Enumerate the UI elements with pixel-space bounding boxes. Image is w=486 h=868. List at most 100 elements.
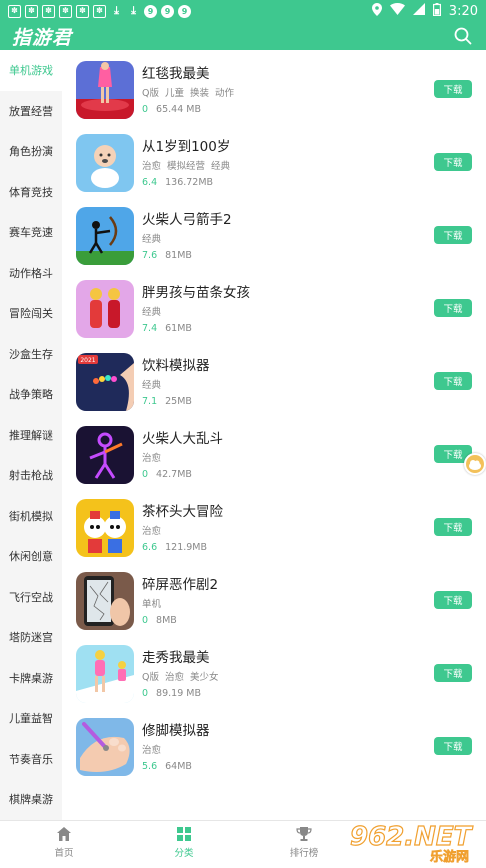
trophy-icon bbox=[296, 827, 312, 841]
sidebar-item-arcade-sim[interactable]: 街机模拟 bbox=[0, 496, 62, 537]
game-size: 89.19 MB bbox=[156, 688, 201, 699]
notification-icons: ✽ ✽ ✽ ✽ ✽ ✽ ⤓ ⤓ 9 9 9 bbox=[8, 4, 191, 18]
game-meta: 0 42.7MB bbox=[142, 469, 192, 480]
sidebar-item-action-fighting[interactable]: 动作格斗 bbox=[0, 253, 62, 294]
sidebar-item-war-strategy[interactable]: 战争策略 bbox=[0, 374, 62, 415]
sidebar-item-casual[interactable]: 休闲创意 bbox=[0, 536, 62, 577]
paw-notification-icon: ✽ bbox=[59, 4, 72, 18]
game-icon bbox=[76, 280, 134, 338]
watermark-brand: 962.NET bbox=[350, 822, 474, 852]
game-title: 从1岁到100岁 bbox=[142, 139, 231, 155]
game-meta: 6.6 121.9MB bbox=[142, 542, 207, 553]
list-item[interactable]: 从1岁到100岁 治愈 模拟经营 经典 6.4 136.72MB 下载 bbox=[62, 123, 486, 196]
game-tags: Q版 治愈 美少女 bbox=[142, 672, 219, 683]
sidebar-item-kids[interactable]: 儿童益智 bbox=[0, 698, 62, 739]
sidebar-item-rhythm-music[interactable]: 节奏音乐 bbox=[0, 739, 62, 780]
sidebar-item-shooting[interactable]: 射击枪战 bbox=[0, 455, 62, 496]
wifi-icon bbox=[389, 3, 405, 19]
list-item[interactable]: 修脚模拟器 治愈 5.6 64MB 下载 bbox=[62, 707, 486, 780]
list-item[interactable]: 火柴人大乱斗 治愈 0 42.7MB 下载 bbox=[62, 415, 486, 488]
download-button[interactable]: 下载 bbox=[434, 299, 472, 317]
app-title: 指游君 bbox=[12, 26, 73, 49]
game-tags: 经典 bbox=[142, 380, 162, 391]
list-item[interactable]: 红毯我最美 Q版 儿童 换装 动作 0 65.44 MB 下载 bbox=[62, 50, 486, 123]
game-score: 6.4 bbox=[142, 177, 158, 188]
game-score: 0 bbox=[142, 104, 149, 115]
game-icon bbox=[76, 61, 134, 119]
list-item[interactable]: 走秀我最美 Q版 治愈 美少女 0 89.19 MB 下载 bbox=[62, 634, 486, 707]
game-icon bbox=[76, 645, 134, 703]
location-icon bbox=[371, 2, 382, 20]
home-icon bbox=[57, 827, 71, 841]
sidebar-item-adventure[interactable]: 冒险闯关 bbox=[0, 293, 62, 334]
list-item[interactable]: 2021 饮料模拟器 经典 7.1 25MB 下载 bbox=[62, 342, 486, 415]
game-score: 7.4 bbox=[142, 323, 158, 334]
sidebar-item-tower-defense[interactable]: 塔防迷宫 bbox=[0, 617, 62, 658]
game-meta: 5.6 64MB bbox=[142, 761, 192, 772]
tab-home[interactable]: 首页 bbox=[4, 821, 124, 864]
sidebar-item-sports[interactable]: 体育竞技 bbox=[0, 172, 62, 213]
game-tags: 单机 bbox=[142, 599, 162, 610]
list-item[interactable]: 火柴人弓箭手2 经典 7.6 81MB 下载 bbox=[62, 196, 486, 269]
game-meta: 6.4 136.72MB bbox=[142, 177, 213, 188]
download-button[interactable]: 下载 bbox=[434, 153, 472, 171]
game-title: 饮料模拟器 bbox=[142, 358, 210, 374]
game-title: 火柴人弓箭手2 bbox=[142, 212, 232, 228]
download-button[interactable]: 下载 bbox=[434, 226, 472, 244]
sidebar-item-role-playing[interactable]: 角色扮演 bbox=[0, 131, 62, 172]
watermark-logo: 962.NET 乐游网 bbox=[346, 818, 486, 865]
download-button[interactable]: 下载 bbox=[434, 518, 472, 536]
game-title: 修脚模拟器 bbox=[142, 723, 210, 739]
sidebar-item-standalone-games[interactable]: 单机游戏 bbox=[0, 50, 62, 91]
game-size: 81MB bbox=[165, 250, 192, 261]
game-meta: 7.1 25MB bbox=[142, 396, 192, 407]
game-tags: 经典 bbox=[142, 234, 162, 245]
download-button[interactable]: 下载 bbox=[434, 80, 472, 98]
paw-notification-icon: ✽ bbox=[25, 4, 38, 18]
download-button[interactable]: 下载 bbox=[434, 372, 472, 390]
clock-text: 3:20 bbox=[448, 3, 478, 19]
game-icon: 2021 bbox=[76, 353, 134, 411]
game-score: 7.1 bbox=[142, 396, 158, 407]
category-sidebar: 单机游戏 放置经营 角色扮演 体育竞技 赛车竞速 动作格斗 冒险闯关 沙盒生存 … bbox=[0, 50, 62, 820]
game-size: 25MB bbox=[165, 396, 192, 407]
sidebar-item-card-board[interactable]: 卡牌桌游 bbox=[0, 658, 62, 699]
game-size: 61MB bbox=[165, 323, 192, 334]
game-tags: 治愈 bbox=[142, 526, 162, 537]
paw-notification-icon: ✽ bbox=[8, 4, 21, 18]
sidebar-item-idle-management[interactable]: 放置经营 bbox=[0, 91, 62, 132]
sidebar-item-flight[interactable]: 飞行空战 bbox=[0, 577, 62, 618]
list-item[interactable]: 碎屏恶作剧2 单机 0 8MB 下载 bbox=[62, 561, 486, 634]
paw-notification-icon: ✽ bbox=[76, 4, 89, 18]
sidebar-item-racing[interactable]: 赛车竞速 bbox=[0, 212, 62, 253]
sidebar-item-chess-board[interactable]: 棋牌桌游 bbox=[0, 779, 62, 820]
game-meta: 0 65.44 MB bbox=[142, 104, 201, 115]
game-list: 红毯我最美 Q版 儿童 换装 动作 0 65.44 MB 下载 从1岁到100岁 … bbox=[62, 50, 486, 820]
search-icon bbox=[454, 27, 472, 45]
download-button[interactable]: 下载 bbox=[434, 664, 472, 682]
game-size: 136.72MB bbox=[165, 177, 214, 188]
game-score: 5.6 bbox=[142, 761, 158, 772]
app-notification-icon: 9 bbox=[161, 4, 174, 18]
game-meta: 0 89.19 MB bbox=[142, 688, 201, 699]
game-title: 碎屏恶作剧2 bbox=[142, 577, 219, 593]
game-score: 0 bbox=[142, 469, 149, 480]
status-bar: ✽ ✽ ✽ ✽ ✽ ✽ ⤓ ⤓ 9 9 9 3:20 bbox=[0, 0, 486, 22]
download-notification-icon: ⤓ bbox=[114, 4, 119, 17]
game-size: 65.44 MB bbox=[156, 104, 201, 115]
sidebar-item-sandbox-survival[interactable]: 沙盒生存 bbox=[0, 334, 62, 375]
search-button[interactable] bbox=[452, 25, 474, 47]
game-meta: 7.4 61MB bbox=[142, 323, 192, 334]
download-button[interactable]: 下载 bbox=[434, 737, 472, 755]
download-button[interactable]: 下载 bbox=[434, 591, 472, 609]
sidebar-item-puzzle[interactable]: 推理解谜 bbox=[0, 415, 62, 456]
app-notification-icon: 9 bbox=[178, 4, 191, 18]
floating-assistant-button[interactable] bbox=[464, 453, 486, 475]
game-tags: 经典 bbox=[142, 307, 162, 318]
list-item[interactable]: 茶杯头大冒险 治愈 6.6 121.9MB 下载 bbox=[62, 488, 486, 561]
game-size: 64MB bbox=[165, 761, 192, 772]
list-item[interactable]: 胖男孩与苗条女孩 经典 7.4 61MB 下载 bbox=[62, 269, 486, 342]
game-title: 茶杯头大冒险 bbox=[142, 504, 223, 520]
tab-category[interactable]: 分类 bbox=[124, 821, 244, 864]
game-score: 0 bbox=[142, 615, 149, 626]
